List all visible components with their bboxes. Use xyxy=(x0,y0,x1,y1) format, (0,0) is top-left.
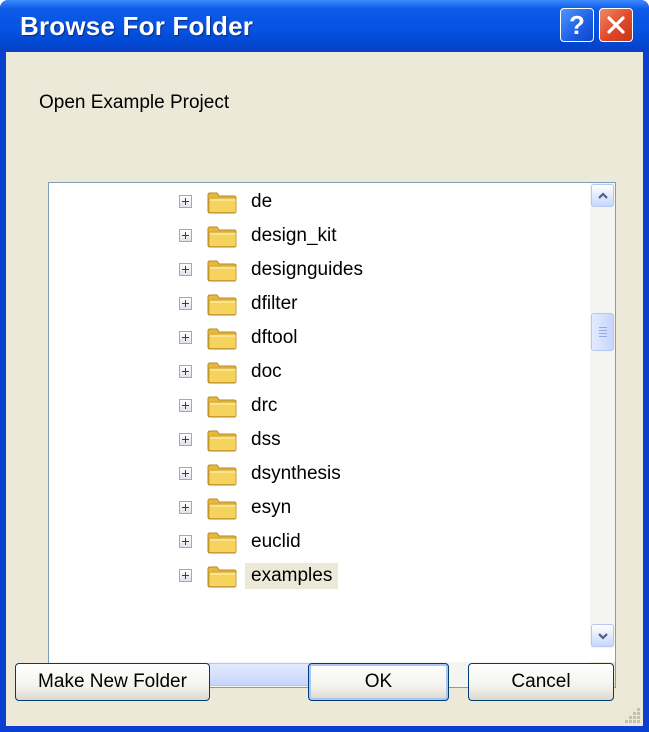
scroll-up-button[interactable] xyxy=(591,184,614,207)
folder-icon xyxy=(207,192,237,214)
folder-icon xyxy=(207,498,237,520)
expand-plus-icon[interactable] xyxy=(179,297,192,310)
tree-item[interactable]: dfilter xyxy=(49,287,576,321)
close-button[interactable] xyxy=(599,8,633,42)
folder-icon xyxy=(207,464,237,486)
tree-item[interactable]: doc xyxy=(49,355,576,389)
expand-plus-icon[interactable] xyxy=(179,365,192,378)
window-title: Browse For Folder xyxy=(20,11,254,41)
tree-item[interactable]: drc xyxy=(49,389,576,423)
resize-grip-icon[interactable] xyxy=(623,706,641,724)
folder-icon xyxy=(207,396,237,418)
tree-item-label: design_kit xyxy=(251,225,337,246)
folder-icon xyxy=(207,430,237,452)
expand-plus-icon[interactable] xyxy=(179,263,192,276)
expand-plus-icon[interactable] xyxy=(179,399,192,412)
tree-item-label: euclid xyxy=(251,531,301,552)
expand-plus-icon[interactable] xyxy=(179,331,192,344)
folder-icon xyxy=(207,328,237,350)
tree-item[interactable]: dsynthesis xyxy=(49,457,576,491)
tree-item[interactable]: de xyxy=(49,185,576,219)
tree-item-label: drc xyxy=(251,395,278,416)
expand-plus-icon[interactable] xyxy=(179,501,192,514)
tree-item-label: de xyxy=(251,191,273,212)
make-new-folder-button[interactable]: Make New Folder xyxy=(15,663,210,701)
title-bar[interactable]: Browse For Folder ? xyxy=(0,0,649,52)
folder-tree-rows: de design_kit designguides dfilter dftool doc… xyxy=(49,183,576,648)
folder-icon xyxy=(207,362,237,384)
expand-plus-icon[interactable] xyxy=(179,535,192,548)
tree-item-label: dss xyxy=(251,429,281,450)
tree-item-label: dsynthesis xyxy=(251,463,341,484)
cancel-button[interactable]: Cancel xyxy=(468,663,614,701)
tree-item[interactable]: dftool xyxy=(49,321,576,355)
vertical-scroll-thumb[interactable] xyxy=(591,313,614,351)
tree-item-label: esyn xyxy=(251,497,292,518)
expand-plus-icon[interactable] xyxy=(179,569,192,582)
help-icon: ? xyxy=(569,10,585,40)
help-button[interactable]: ? xyxy=(560,8,594,42)
expand-plus-icon[interactable] xyxy=(179,229,192,242)
tree-item[interactable]: dss xyxy=(49,423,576,457)
chevron-down-icon xyxy=(597,632,608,640)
dialog-body: Open Example Project de design_kitdesigng… xyxy=(6,52,643,726)
folder-icon xyxy=(207,260,237,282)
close-icon xyxy=(607,16,625,34)
dialog-prompt: Open Example Project xyxy=(39,92,230,113)
tree-item-label: dfilter xyxy=(251,293,298,314)
tree-item-label: designguides xyxy=(251,259,363,280)
browse-for-folder-dialog: Browse For Folder ? Open Example Project… xyxy=(0,0,649,732)
tree-item-label: doc xyxy=(251,361,282,382)
tree-item[interactable]: designguides xyxy=(49,253,576,287)
tree-item-label: dftool xyxy=(251,327,298,348)
folder-tree[interactable]: de design_kit designguides dfilter dftool doc… xyxy=(48,182,616,688)
folder-icon xyxy=(207,294,237,316)
chevron-up-icon xyxy=(597,191,608,199)
scroll-down-button[interactable] xyxy=(591,624,614,647)
folder-icon xyxy=(207,566,237,588)
folder-icon xyxy=(207,532,237,554)
expand-plus-icon[interactable] xyxy=(179,433,192,446)
ok-button[interactable]: OK xyxy=(308,663,449,701)
tree-item[interactable]: examples xyxy=(49,559,576,593)
vertical-scrollbar[interactable] xyxy=(590,183,615,648)
tree-item-label: examples xyxy=(245,563,339,589)
expand-plus-icon[interactable] xyxy=(179,467,192,480)
tree-item[interactable]: euclid xyxy=(49,525,576,559)
tree-item[interactable]: design_kit xyxy=(49,219,576,253)
expand-plus-icon[interactable] xyxy=(179,195,192,208)
tree-item[interactable]: esyn xyxy=(49,491,576,525)
folder-icon xyxy=(207,226,237,248)
